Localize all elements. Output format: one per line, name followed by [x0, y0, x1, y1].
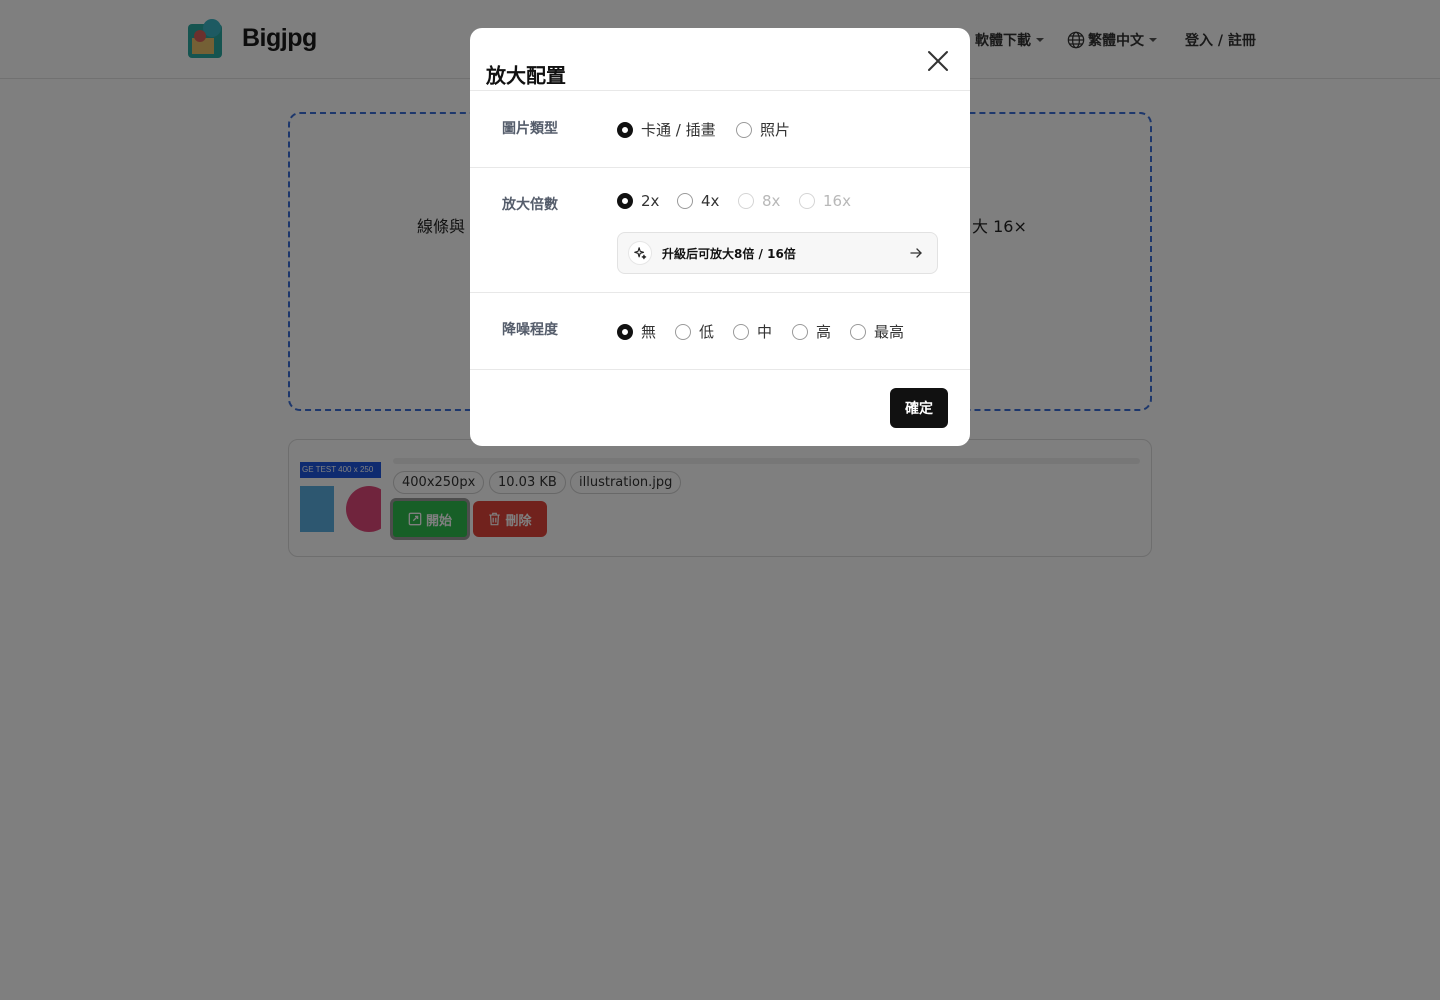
radio-label: 高: [816, 323, 832, 341]
noise-level-label: 降噪程度: [502, 322, 558, 338]
radio-label: 4x: [701, 192, 720, 210]
radio-label: 無: [641, 323, 657, 341]
radio-noise-none[interactable]: 無: [617, 321, 656, 342]
divider: [470, 167, 970, 168]
radio-label: 8x: [762, 192, 781, 210]
scale-label: 放大倍數: [502, 197, 558, 213]
radio-checked-icon: [617, 323, 633, 340]
radio-image-type-cartoon[interactable]: 卡通 / 插畫: [617, 119, 716, 140]
upscale-config-modal: 放大配置 圖片類型 卡通 / 插畫 照片 放大倍數 2x 4x 8x 16x 升…: [470, 28, 970, 446]
divider: [470, 90, 970, 91]
confirm-button[interactable]: 確定: [890, 388, 948, 428]
radio-unchecked-icon: [677, 193, 693, 209]
radio-disabled-icon: [738, 193, 754, 209]
radio-unchecked-icon: [850, 323, 866, 340]
upgrade-banner[interactable]: 升級后可放大8倍 / 16倍: [617, 232, 938, 274]
radio-checked-icon: [617, 193, 633, 209]
radio-label: 中: [757, 323, 773, 341]
radio-label: 卡通 / 插畫: [641, 121, 716, 139]
radio-label: 最高: [874, 323, 905, 341]
radio-label: 2x: [641, 192, 660, 210]
radio-unchecked-icon: [792, 323, 808, 340]
radio-disabled-icon: [799, 193, 815, 209]
modal-title: 放大配置: [486, 63, 566, 88]
radio-scale-8x: 8x: [738, 192, 780, 210]
divider: [470, 292, 970, 293]
radio-noise-high[interactable]: 高: [792, 321, 831, 342]
radio-label: 照片: [760, 121, 791, 139]
image-type-label: 圖片類型: [502, 121, 558, 137]
divider: [470, 369, 970, 370]
radio-scale-2x[interactable]: 2x: [617, 192, 659, 210]
radio-checked-icon: [617, 121, 633, 138]
arrow-right-icon: [910, 248, 922, 258]
radio-noise-low[interactable]: 低: [675, 321, 714, 342]
radio-label: 16x: [823, 192, 851, 210]
radio-image-type-photo[interactable]: 照片: [736, 119, 790, 140]
upgrade-banner-text: 升級后可放大8倍 / 16倍: [662, 246, 796, 261]
radio-scale-16x: 16x: [799, 192, 851, 210]
radio-noise-medium[interactable]: 中: [733, 321, 772, 342]
radio-unchecked-icon: [675, 323, 691, 340]
close-icon[interactable]: [925, 48, 951, 74]
radio-scale-4x[interactable]: 4x: [677, 192, 719, 210]
radio-unchecked-icon: [733, 323, 749, 340]
sparkle-icon: [628, 241, 652, 265]
radio-unchecked-icon: [736, 121, 752, 138]
radio-label: 低: [699, 323, 715, 341]
radio-noise-highest[interactable]: 最高: [850, 321, 904, 342]
